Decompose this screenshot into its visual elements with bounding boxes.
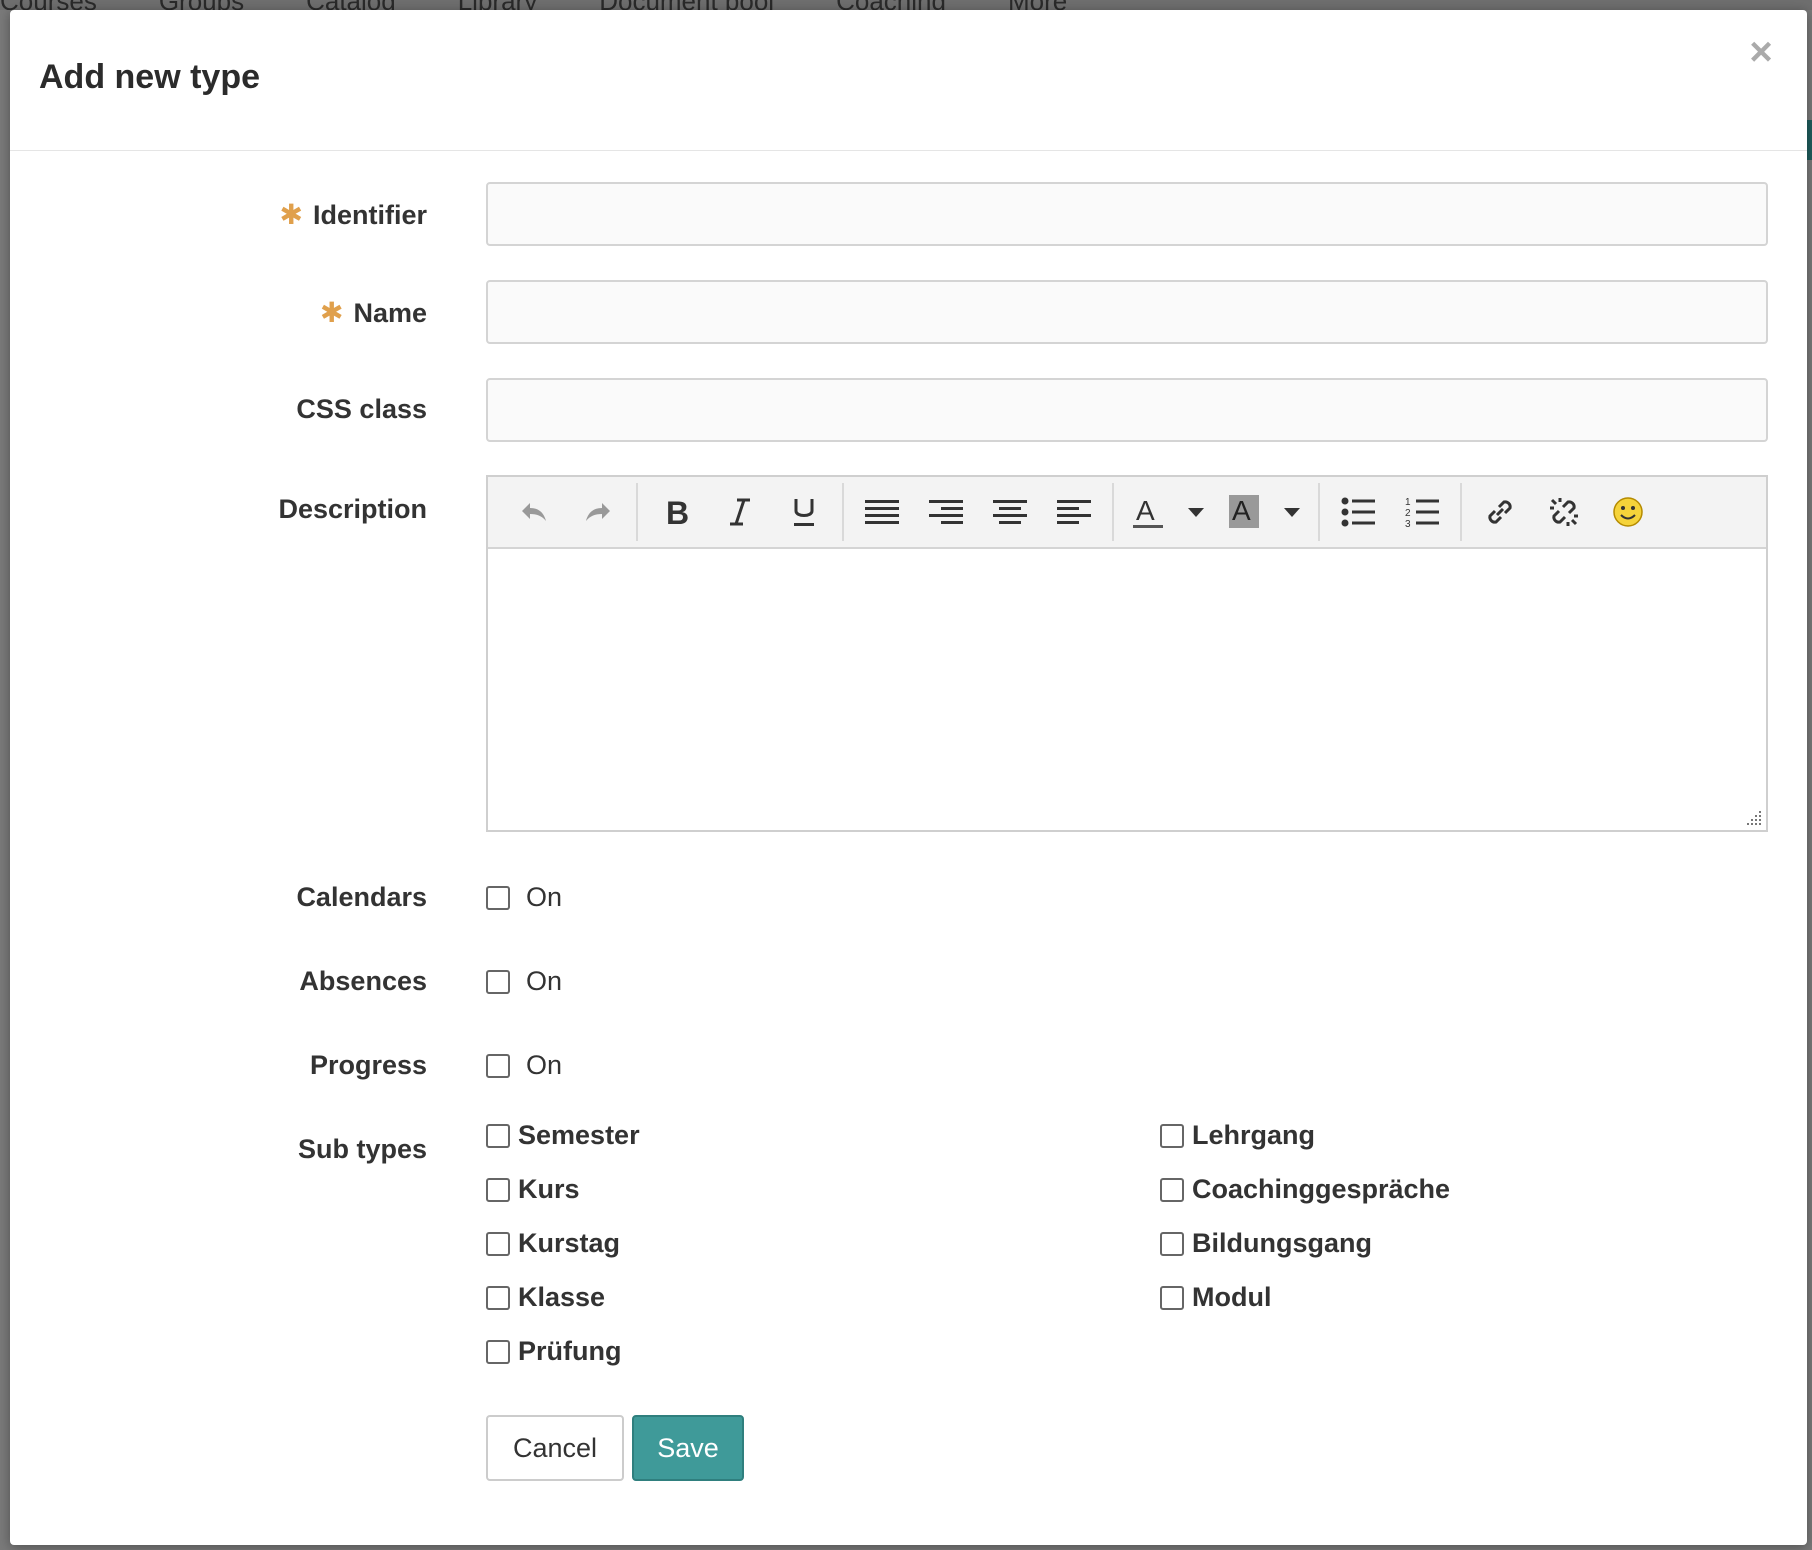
align-center-icon[interactable]	[978, 482, 1042, 542]
redo-icon[interactable]	[566, 482, 630, 542]
sub-type-kurs: Kurs	[486, 1174, 580, 1205]
css-class-label: CSS class	[296, 394, 427, 424]
sub-type-checkbox[interactable]	[486, 1177, 510, 1202]
bg-nav-groups: Groups	[159, 0, 244, 10]
required-asterisk-icon: ✱	[279, 199, 303, 230]
undo-icon[interactable]	[502, 482, 566, 542]
align-left-icon[interactable]	[1042, 482, 1106, 542]
name-label: ✱ Name	[319, 297, 427, 328]
svg-text:A: A	[1232, 495, 1251, 526]
sub-type-semester: Semester	[486, 1120, 640, 1151]
progress-option-label: On	[526, 1050, 563, 1080]
modal-title: Add new type	[39, 58, 261, 96]
sub-type-kurstag: Kurstag	[486, 1228, 620, 1259]
cancel-button[interactable]: Cancel	[486, 1415, 624, 1481]
bg-nav-coaching: Coaching	[836, 0, 946, 10]
sub-type-checkbox[interactable]	[1160, 1123, 1184, 1148]
progress-option: On	[486, 1050, 562, 1081]
sub-type-klasse: Klasse	[486, 1282, 605, 1313]
toolbar-separator	[1112, 483, 1114, 541]
absences-option-label: On	[526, 966, 563, 996]
bg-nav-courses: Courses	[0, 0, 97, 10]
sub-types-label: Sub types	[297, 1134, 427, 1164]
background-color-dropdown-chevron-down-icon[interactable]	[1272, 482, 1312, 542]
calendars-checkbox[interactable]	[486, 885, 510, 910]
sub-type-pruefung: Prüfung	[486, 1336, 621, 1367]
progress-checkbox[interactable]	[486, 1053, 510, 1078]
sub-type-checkbox[interactable]	[1160, 1177, 1184, 1202]
text-color-icon[interactable]: A	[1120, 482, 1176, 542]
bold-icon[interactable]: B	[644, 482, 708, 542]
identifier-input[interactable]	[486, 182, 1768, 246]
modal-header: Add new type ×	[10, 10, 1807, 151]
description-editor: B A A 1 2 3	[486, 475, 1768, 832]
bg-nav-library: Library	[458, 0, 537, 10]
toolbar-separator	[1460, 483, 1462, 541]
toolbar-separator	[636, 483, 638, 541]
background-topbar: Courses Groups Catalog Library Document …	[0, 0, 1812, 10]
calendars-option-label: On	[526, 882, 563, 912]
calendars-option: On	[486, 882, 562, 913]
sub-type-checkbox[interactable]	[486, 1231, 510, 1256]
description-label: Description	[278, 494, 427, 524]
text-color-dropdown-chevron-down-icon[interactable]	[1176, 482, 1216, 542]
remove-link-icon[interactable]	[1532, 482, 1596, 542]
emoticons-icon[interactable]	[1596, 482, 1660, 542]
sub-type-lehrgang: Lehrgang	[1160, 1120, 1315, 1151]
absences-option: On	[486, 966, 562, 997]
sub-type-checkbox[interactable]	[486, 1339, 510, 1364]
sub-type-checkbox[interactable]	[486, 1123, 510, 1148]
progress-label: Progress	[309, 1050, 427, 1080]
bg-nav-catalog: Catalog	[306, 0, 396, 10]
sub-type-bildungsgang: Bildungsgang	[1160, 1228, 1372, 1259]
name-input[interactable]	[486, 280, 1768, 344]
add-type-dialog: Add new type × ✱ Identifier ✱ Name CSS cla…	[10, 10, 1807, 1545]
svg-text:A: A	[1136, 495, 1155, 526]
editor-toolbar: B A A 1 2 3	[488, 477, 1766, 549]
italic-icon[interactable]	[708, 482, 772, 542]
sub-type-checkbox[interactable]	[1160, 1285, 1184, 1310]
sub-type-checkbox[interactable]	[486, 1285, 510, 1310]
underline-icon[interactable]	[772, 482, 836, 542]
bullet-list-icon[interactable]	[1326, 482, 1390, 542]
absences-label: Absences	[299, 966, 427, 996]
css-class-input[interactable]	[486, 378, 1768, 442]
save-button[interactable]: Save	[632, 1415, 744, 1481]
calendars-label: Calendars	[296, 882, 427, 912]
identifier-label: ✱ Identifier	[279, 199, 427, 230]
insert-link-icon[interactable]	[1468, 482, 1532, 542]
svg-text:B: B	[666, 497, 688, 527]
description-editor-content[interactable]	[488, 549, 1766, 830]
align-right-icon[interactable]	[914, 482, 978, 542]
svg-text:2: 2	[1405, 508, 1411, 519]
absences-checkbox[interactable]	[486, 969, 510, 994]
resize-handle-icon[interactable]	[1746, 810, 1762, 826]
required-asterisk-icon: ✱	[319, 297, 344, 328]
numbered-list-icon[interactable]: 123	[1390, 482, 1454, 542]
sub-type-checkbox[interactable]	[1160, 1231, 1184, 1256]
svg-text:3: 3	[1405, 519, 1411, 528]
sub-type-coachinggespraeche: Coachinggespräche	[1160, 1174, 1450, 1205]
svg-text:1: 1	[1405, 497, 1411, 508]
toolbar-separator	[842, 483, 844, 541]
toolbar-separator	[1318, 483, 1320, 541]
align-justify-icon[interactable]	[850, 482, 914, 542]
background-color-icon[interactable]: A	[1216, 482, 1272, 542]
bg-nav-document-pool: Document pool	[599, 0, 774, 10]
bg-nav-more: More	[1008, 0, 1067, 10]
sub-type-modul: Modul	[1160, 1282, 1271, 1313]
close-icon[interactable]: ×	[1741, 32, 1781, 72]
